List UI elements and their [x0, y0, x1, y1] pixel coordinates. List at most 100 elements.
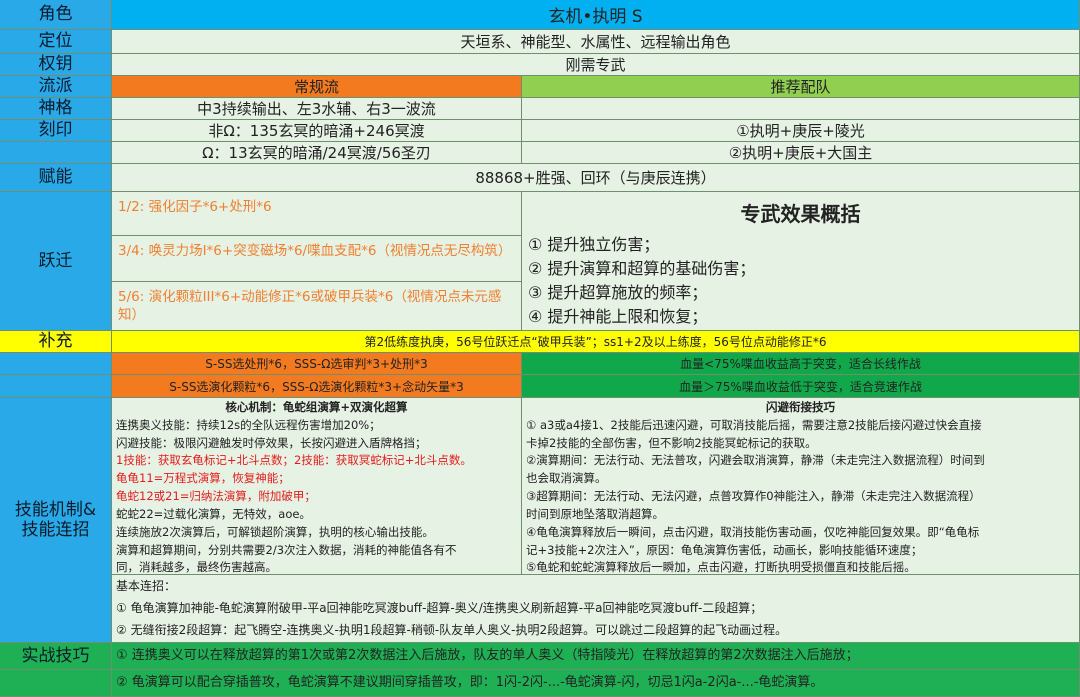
dodge-line: 也会取消演算。: [526, 471, 607, 486]
team-option-1: ①执明+庚辰+陵光: [736, 122, 865, 140]
school-regular-header[interactable]: 常规流: [112, 76, 522, 98]
option-right-1-cell[interactable]: 血量<75%喋血收益高于突变，适合长线作战: [522, 353, 1080, 375]
imprint-row1-cell[interactable]: 非Ω：135玄冥的暗涌+246冥渡: [112, 120, 522, 142]
team-header[interactable]: 推荐配队: [522, 76, 1080, 98]
row-label-talent[interactable]: 赋能: [0, 164, 112, 192]
imprint-label: 刻印: [38, 120, 73, 141]
team-option-2-cell[interactable]: ②执明+庚辰+大国主: [522, 142, 1080, 164]
row-label-key[interactable]: 权钥: [0, 54, 112, 76]
leap-item-2-cell[interactable]: 3/4: 唤灵力场I*6+突变磁场*6/喋血支配*6（视情况点无尽构筑）: [112, 236, 522, 282]
school-regular-text: 常规流: [293, 78, 339, 96]
imprint-row2-cell[interactable]: Ω：13玄冥的暗涌/24冥渡/56圣刃: [112, 142, 522, 164]
divinity-value-cell[interactable]: 中3持续输出、左3水辅、右3一波流: [112, 98, 522, 120]
supplement-label: 补充: [38, 331, 73, 352]
core-line: 龟蛇12或21=归纳法演算，附加破甲；: [116, 489, 316, 504]
row-label-tips-2[interactable]: [0, 670, 112, 697]
leap-label: 跃迁: [38, 250, 73, 271]
exclusive-item: ② 提升演算和超算的基础伤害；: [528, 259, 756, 278]
core-line: 连续施放2次演算后，可解锁超阶演算，执明的核心输出技能。: [116, 524, 434, 539]
dodge-line: ① a3或a4接1、2技能后迅速闪避，可取消技能后摇，需要注意2技能后接闪避过快…: [526, 417, 982, 432]
row-label-option-1[interactable]: [0, 353, 112, 375]
dodge-line: 卡掉2技能的全部伤害，但不影响2技能冥蛇标记的获取。: [526, 435, 817, 450]
row-label-supplement[interactable]: 补充: [0, 331, 112, 353]
tips-line-1: ① 连携奥义可以在释放超算的第1次或第2次数据注入后施放，队友的单人奥义（特指陵…: [116, 648, 859, 663]
divinity-value: 中3持续输出、左3水辅、右3一波流: [197, 100, 436, 118]
key-value: 刚需专武: [565, 56, 626, 74]
row-label-divinity[interactable]: 神格: [0, 98, 112, 120]
dodge-line: ⑤龟蛇和蛇蛇演算释放后一瞬加，点击闪避，打断执明受损僵直和技能后摇。: [526, 560, 916, 575]
row-label-tips[interactable]: 实战技巧: [0, 643, 112, 670]
leap-item-1-cell[interactable]: 1/2: 强化因子*6+处刑*6: [112, 192, 522, 236]
row-label-school[interactable]: 流派: [0, 76, 112, 98]
tips-line-1-cell[interactable]: ① 连携奥义可以在释放超算的第1次或第2次数据注入后施放，队友的单人奥义（特指陵…: [112, 643, 1080, 670]
tips-line-2: ② 龟演算可以配合穿插普攻，龟蛇演算不建议期间穿插普攻，即：1闪-2闪-...-…: [116, 675, 824, 690]
talent-label: 赋能: [38, 167, 73, 188]
dodge-line: ②演算期间：无法行动、无法普攻，闪避会取消演算，静滞（未走完注入数据流程）时间到: [526, 453, 985, 468]
exclusive-title: 专武效果概括: [740, 202, 861, 226]
tips-label: 实战技巧: [21, 645, 90, 666]
key-label: 权钥: [38, 54, 73, 75]
core-line: 闪避技能：极限闪避触发时停效果，长按闪避进入盾牌格挡；: [116, 435, 427, 450]
dodge-line: 时间到原地坠落取消超算。: [526, 506, 664, 521]
row-label-imprint[interactable]: 刻印: [0, 120, 112, 142]
option-left-2: S-SS选演化颗粒*6，SSS-Ω选演化颗粒*3+念动矢量*3: [169, 379, 464, 394]
option-left-1-cell[interactable]: S-SS选处刑*6，SSS-Ω选审判*3+处刑*3: [112, 353, 522, 375]
team-option-1-cell[interactable]: ①执明+庚辰+陵光: [522, 120, 1080, 142]
row-label-position[interactable]: 定位: [0, 30, 112, 54]
row-label-skills[interactable]: 技能机制&技能连招: [0, 398, 112, 643]
core-line: 演算和超算期间，分别共需要2/3次注入数据，消耗的神能值各有不: [116, 542, 457, 557]
imprint-row1: 非Ω：135玄冥的暗涌+246冥渡: [208, 122, 425, 140]
exclusive-item: ③ 提升超算施放的频率；: [528, 283, 708, 302]
core-mechanism-cell[interactable]: 核心机制：龟蛇组演算+双演化超算 连携奥义技能：持续12s的全队远程伤害增加20…: [112, 398, 522, 575]
combo-title: 基本连招：: [116, 579, 177, 593]
leap-item-2: 3/4: 唤灵力场I*6+突变磁场*6/喋血支配*6（视情况点无尽构筑）: [118, 243, 512, 259]
core-line: 1技能：获取玄龟标记+北斗点数；2技能：获取冥蛇标记+北斗点数。: [116, 453, 472, 468]
position-label: 定位: [38, 31, 73, 52]
combo-line: ② 无缝衔接2段超算：起飞腾空-连携奥义-执明1段超算-稍顿-队友单人奥义-执明…: [116, 623, 788, 637]
row-label-option-2[interactable]: [0, 375, 112, 398]
dodge-title: 闪避衔接技巧: [766, 400, 835, 414]
leap-item-3: 5/6: 演化颗粒III*6+动能修正*6或破甲兵装*6（视情况点未元感知）: [118, 289, 502, 324]
dodge-line: 记+3技能+2次注入”，原因：龟龟演算伤害低，动画长，影响技能循环速度；: [526, 542, 923, 557]
leap-item-3-cell[interactable]: 5/6: 演化颗粒III*6+动能修正*6或破甲兵装*6（视情况点未元感知）: [112, 282, 522, 331]
school-label: 流派: [38, 76, 73, 97]
talent-value: 88868+胜强、回环（与庚辰连携）: [475, 169, 716, 187]
supplement-value: 第2低练度执庚，56号位跃迁点“破甲兵装”；ss1+2及以上练度，56号位点动能…: [364, 335, 827, 349]
dodge-line: ④龟龟演算释放后一瞬间，点击闪避，取消技能伤害动画，仅吃神能回复效果。即“龟龟标: [526, 524, 980, 539]
option-left-1: S-SS选处刑*6，SSS-Ω选审判*3+处刑*3: [205, 357, 428, 371]
dodge-line: ③超算期间：无法行动、无法闪避，点普攻算作0神能注入，静滞（未走完注入数据流程）: [526, 489, 981, 504]
dodge-tips-cell[interactable]: 闪避衔接技巧 ① a3或a4接1、2技能后迅速闪避，可取消技能后摇，需要注意2技…: [522, 398, 1080, 575]
position-value: 天垣系、神能型、水属性、远程输出角色: [460, 33, 731, 51]
row-label-role[interactable]: 角色: [0, 0, 112, 30]
leap-item-1: 1/2: 强化因子*6+处刑*6: [118, 199, 272, 215]
team-option-2: ②执明+庚辰+大国主: [728, 144, 873, 162]
row-label-imprint-2[interactable]: [0, 142, 112, 164]
role-label: 角色: [38, 4, 73, 25]
skills-label: 技能机制&技能连招: [14, 499, 97, 540]
option-right-1: 血量<75%喋血收益高于突变，适合长线作战: [680, 357, 921, 371]
team-header-text: 推荐配队: [770, 78, 831, 96]
combo-cell[interactable]: 基本连招： ① 龟龟演算加神能-龟蛇演算附破甲-平a回神能吃冥渡buff-超算-…: [112, 575, 1080, 643]
exclusive-summary-cell[interactable]: 专武效果概括 ① 提升独立伤害； ② 提升演算和超算的基础伤害； ③ 提升超算施…: [522, 192, 1080, 331]
core-title: 核心机制：龟蛇组演算+双演化超算: [225, 400, 408, 414]
core-line: 龟龟11=万程式演算，恢复神能；: [116, 471, 290, 486]
position-value-cell[interactable]: 天垣系、神能型、水属性、远程输出角色: [112, 30, 1080, 54]
option-right-2-cell[interactable]: 血量＞75%喋血收益低于突变，适合竞速作战: [522, 375, 1080, 398]
exclusive-item: ① 提升独立伤害；: [528, 235, 660, 254]
role-value-cell[interactable]: 玄机•执明 S: [112, 0, 1080, 30]
row-label-leap[interactable]: 跃迁: [0, 192, 112, 331]
spreadsheet: 角色 玄机•执明 S 定位 天垣系、神能型、水属性、远程输出角色 权钥 刚需专武…: [0, 0, 1080, 697]
key-value-cell[interactable]: 刚需专武: [112, 54, 1080, 76]
option-right-2: 血量＞75%喋血收益低于突变，适合竞速作战: [679, 379, 922, 394]
team-empty-cell[interactable]: [522, 98, 1080, 120]
exclusive-item: ④ 提升神能上限和恢复；: [528, 307, 708, 326]
option-left-2-cell[interactable]: S-SS选演化颗粒*6，SSS-Ω选演化颗粒*3+念动矢量*3: [112, 375, 522, 398]
imprint-row2: Ω：13玄冥的暗涌/24冥渡/56圣刃: [202, 144, 431, 162]
divinity-label: 神格: [38, 98, 73, 119]
combo-line: ① 龟龟演算加神能-龟蛇演算附破甲-平a回神能吃冥渡buff-超算-奥义/连携奥…: [116, 601, 763, 615]
talent-value-cell[interactable]: 88868+胜强、回环（与庚辰连携）: [112, 164, 1080, 192]
role-value: 玄机•执明 S: [548, 7, 643, 27]
supplement-value-cell[interactable]: 第2低练度执庚，56号位跃迁点“破甲兵装”；ss1+2及以上练度，56号位点动能…: [112, 331, 1080, 353]
core-line: 同，消耗越多，最终伤害越高。: [116, 560, 277, 575]
tips-line-2-cell[interactable]: ② 龟演算可以配合穿插普攻，龟蛇演算不建议期间穿插普攻，即：1闪-2闪-...-…: [112, 670, 1080, 697]
